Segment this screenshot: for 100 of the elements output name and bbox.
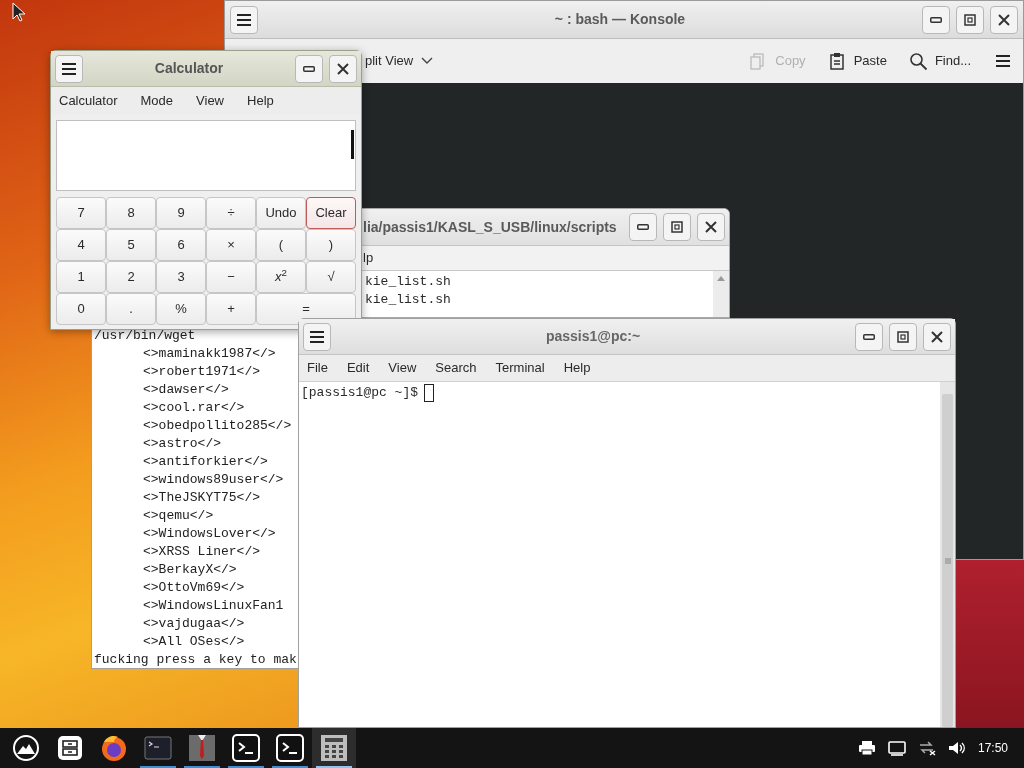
key-button[interactable]: Undo [256, 197, 306, 229]
menu-item[interactable]: File [307, 358, 328, 378]
scrollbar[interactable] [713, 271, 729, 317]
key-button[interactable]: − [206, 261, 256, 293]
minimize-button[interactable] [629, 213, 657, 241]
text-cursor [351, 130, 354, 159]
key-button[interactable]: 2 [106, 261, 156, 293]
minimize-button[interactable] [855, 322, 883, 351]
close-button[interactable] [923, 322, 951, 351]
display-icon[interactable] [887, 740, 906, 756]
minimize-button[interactable] [295, 54, 323, 83]
output-line: <>robert1971</> [142, 363, 262, 381]
output-line: <>maminakk1987</> [142, 345, 277, 363]
menu-button[interactable] [230, 5, 258, 34]
printer-icon[interactable] [857, 740, 876, 756]
maximize-button[interactable] [889, 322, 917, 351]
menu-button[interactable] [303, 322, 331, 351]
menu-item[interactable]: Calculator [59, 91, 118, 111]
split-view-button[interactable]: plit View [365, 51, 434, 71]
key-button[interactable]: . [106, 293, 156, 325]
launcher-icon [12, 734, 40, 762]
key-button[interactable]: = [256, 293, 356, 325]
menu-item[interactable]: Terminal [495, 358, 545, 378]
volume-icon[interactable] [947, 740, 966, 756]
key-button[interactable]: 6 [156, 229, 206, 261]
suit-icon [188, 734, 216, 762]
file-name: kie_list.sh [365, 291, 452, 309]
menu-item[interactable]: Mode [140, 91, 174, 111]
taskbar-button[interactable] [312, 728, 356, 768]
output-line: <>TheJSKYT75</> [142, 489, 262, 507]
minimize-icon [637, 224, 649, 230]
window-title: ~ : bash — Konsole [553, 10, 687, 29]
paste-button[interactable]: Paste [827, 51, 887, 71]
output-line: <>BerkayX</> [142, 561, 238, 579]
key-button[interactable]: + [206, 293, 256, 325]
menu-item[interactable]: Search [435, 358, 477, 378]
minimize-button[interactable] [922, 5, 950, 34]
text-cursor [424, 384, 435, 402]
key-button[interactable]: ( [256, 229, 306, 261]
output-line: <>WindowsLinuxFan1 [142, 597, 285, 615]
cabinet-icon [56, 734, 84, 762]
maximize-button[interactable] [663, 213, 691, 241]
scrollbar[interactable] [940, 382, 955, 727]
prompt-text: [passis1@pc ~]$ [301, 384, 419, 402]
key-button[interactable]: √ [306, 261, 356, 293]
close-button[interactable] [697, 213, 725, 241]
window-title: Calculator [153, 59, 225, 78]
key-button[interactable]: × [206, 229, 256, 261]
output-line: <>XRSS Liner</> [142, 543, 262, 561]
menu-item[interactable]: lp [363, 248, 374, 268]
key-button[interactable]: 0 [56, 293, 106, 325]
key-button[interactable]: 3 [156, 261, 206, 293]
calculator-icon [320, 734, 348, 762]
window-title: passis1@pc:~ [544, 327, 642, 346]
menu-item[interactable]: View [196, 91, 224, 111]
close-button[interactable] [990, 5, 1018, 34]
key-button[interactable]: x$^{2}$ [256, 261, 306, 293]
output-line: <>astro</> [142, 435, 222, 453]
output-line: <>qemu</> [142, 507, 215, 525]
maximize-button[interactable] [956, 5, 984, 34]
minimize-icon [863, 333, 875, 340]
cursor-icon [12, 2, 26, 22]
find-button[interactable]: Find... [908, 51, 971, 71]
output-line: <>OttoVm69</> [142, 579, 246, 597]
terminal-icon [144, 734, 172, 762]
close-button[interactable] [329, 54, 357, 83]
console-icon [232, 734, 260, 762]
output-line: <>All OSes</> [142, 633, 246, 651]
menu-item[interactable]: Edit [346, 358, 370, 378]
output-line: <>obedpollito285</> [142, 417, 293, 435]
menu-item[interactable]: Help [563, 358, 591, 378]
output-line: /usr/bin/wget [94, 327, 197, 345]
key-button[interactable]: ) [306, 229, 356, 261]
clock[interactable]: 17:50 [977, 739, 1008, 757]
search-icon [908, 51, 928, 71]
scrollbar-thumb[interactable] [942, 394, 953, 727]
network-disconnected-icon[interactable] [917, 740, 936, 756]
chevron-icon [421, 57, 434, 65]
window-title: lia/passis1/KASL_S_USB/linux/scripts [362, 217, 618, 237]
key-button[interactable]: Clear [306, 197, 356, 229]
menu-item[interactable]: View [388, 358, 417, 378]
display-field[interactable] [56, 120, 356, 191]
key-button[interactable]: 8 [106, 197, 156, 229]
output-line: <>windows89user</> [142, 471, 285, 489]
output-line: <>antiforkier</> [142, 453, 269, 471]
clipboard-icon [827, 51, 847, 71]
key-button[interactable]: ÷ [206, 197, 256, 229]
key-button[interactable]: 9 [156, 197, 206, 229]
key-button[interactable]: 1 [56, 261, 106, 293]
minimize-icon [930, 16, 942, 23]
output-line: <>vajdugaa</> [142, 615, 246, 633]
key-button[interactable]: 4 [56, 229, 106, 261]
menu-item[interactable]: Help [247, 91, 274, 111]
key-button[interactable]: 7 [56, 197, 106, 229]
file-name: kie_list.sh [365, 273, 452, 291]
output-line: <>cool.rar</> [142, 399, 246, 417]
menu-button[interactable] [55, 54, 83, 83]
key-button[interactable]: % [156, 293, 206, 325]
key-button[interactable]: 5 [106, 229, 156, 261]
output-line: <>WindowsLover</> [142, 525, 277, 543]
